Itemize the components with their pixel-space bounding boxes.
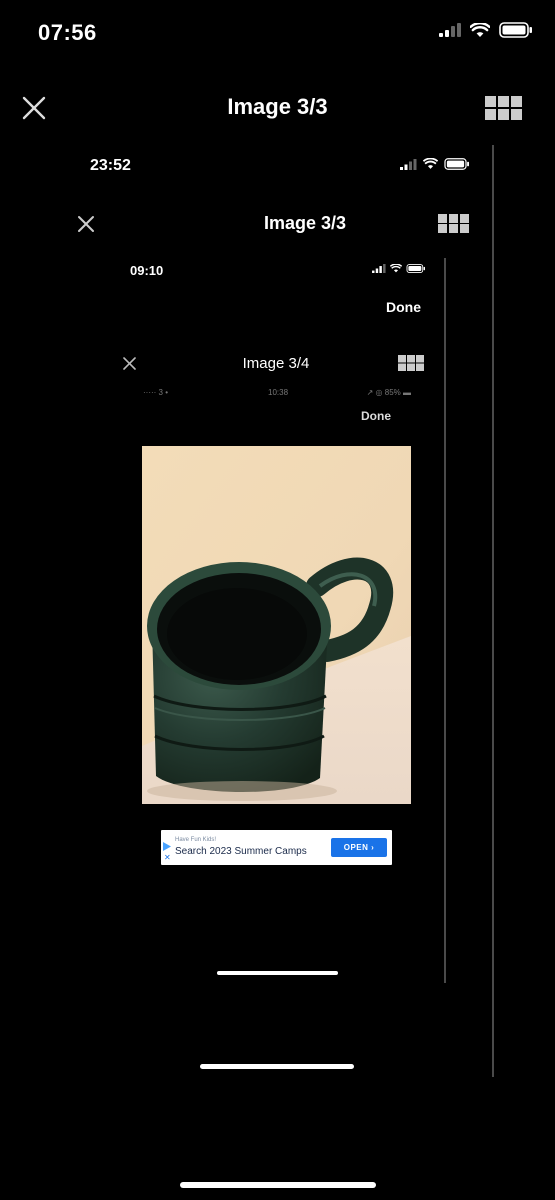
- ad-choices-icon[interactable]: [163, 842, 171, 851]
- status-icons: [439, 22, 533, 38]
- status-icons: [400, 158, 470, 170]
- status-time: 07:56: [38, 20, 97, 45]
- done-button[interactable]: Done: [386, 299, 421, 315]
- done-button[interactable]: Done: [361, 409, 391, 423]
- status-battery: ↗ ◎ 85% ▬: [366, 388, 411, 397]
- ad-tagline: Have Fun Kids!: [175, 837, 217, 843]
- status-bar: ····· 3 • 10:38 ↗ ◎ 85% ▬: [143, 388, 411, 398]
- grid-icon[interactable]: [398, 355, 424, 371]
- signal-icon: [372, 264, 386, 273]
- page-title: Image 3/3: [263, 213, 347, 233]
- wifi-icon: [470, 22, 490, 37]
- battery-icon: [406, 264, 425, 273]
- close-icon[interactable]: [76, 214, 96, 234]
- ad-headline: Search 2023 Summer Camps: [175, 846, 307, 857]
- signal-icon: [439, 23, 461, 37]
- scroll-divider: [444, 258, 446, 983]
- battery-icon: [444, 158, 469, 170]
- page-title: Image 3/4: [242, 355, 310, 372]
- status-icons: [372, 264, 426, 273]
- home-indicator[interactable]: [217, 971, 338, 975]
- status-time: 10:38: [268, 388, 289, 397]
- status-signal: ····· 3 •: [143, 388, 169, 397]
- wifi-icon: [423, 158, 438, 169]
- battery-icon: [499, 22, 532, 38]
- ad-banner[interactable]: ✕ Have Fun Kids! Search 2023 Summer Camp…: [161, 830, 392, 865]
- grid-icon[interactable]: [438, 214, 469, 233]
- photo-green-mug: [142, 446, 411, 804]
- status-time: 09:10: [130, 263, 164, 278]
- grid-icon[interactable]: [485, 96, 523, 120]
- ad-open-button[interactable]: OPEN ›: [331, 838, 387, 857]
- ad-close-icon[interactable]: ✕: [164, 853, 171, 862]
- page-title: Image 3/3: [227, 94, 328, 119]
- home-indicator[interactable]: [180, 1182, 376, 1188]
- scroll-divider: [492, 145, 494, 1077]
- home-indicator[interactable]: [200, 1064, 354, 1069]
- wifi-icon: [390, 264, 402, 273]
- close-icon[interactable]: [122, 356, 137, 371]
- signal-icon: [400, 158, 417, 170]
- status-time: 23:52: [90, 157, 131, 174]
